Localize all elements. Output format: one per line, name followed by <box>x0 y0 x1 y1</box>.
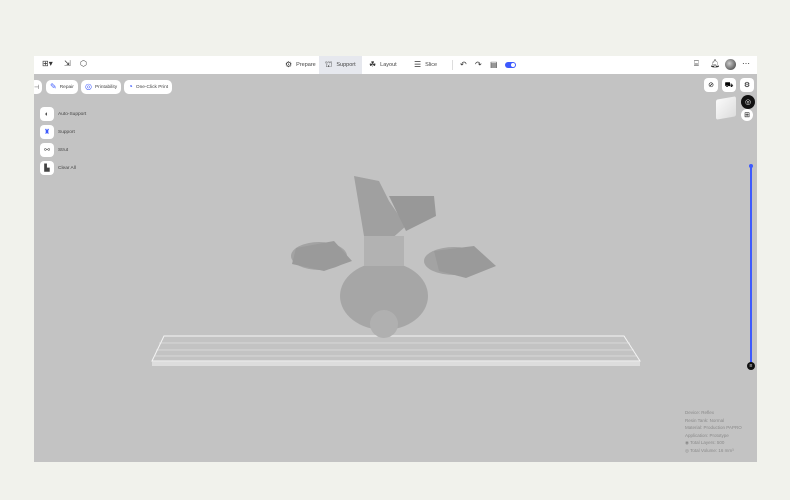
collapsed-pill[interactable]: ⊣ <box>34 80 42 94</box>
tool-auto-support[interactable]: ◐ Auto-Support <box>40 107 86 121</box>
tool-support[interactable]: ♜ Support <box>40 125 75 139</box>
tool-strut[interactable]: ⚯ Strut <box>40 143 68 157</box>
strut-icon: ⚯ <box>40 143 54 157</box>
one-click-print-button[interactable]: ◔ One-Click Print <box>124 80 173 94</box>
view-cube[interactable] <box>716 96 736 120</box>
app-window: ⊞▾ ⇲ ⬡ ⚙ Prepare ⛫ Support ☘ Layout ☰ Slice … <box>34 56 757 462</box>
3d-model <box>291 176 496 338</box>
build-platform <box>151 335 641 366</box>
grid-view-button[interactable]: ⊞ <box>741 109 753 121</box>
hide-supports-button[interactable]: ⊘ <box>704 78 718 92</box>
layer-slider[interactable] <box>750 166 752 363</box>
one-click-print-icon: ◔ <box>128 82 133 91</box>
clear-all-icon: ▙ <box>40 161 54 175</box>
layer-slider-top-handle[interactable] <box>749 164 753 168</box>
printability-icon: ◎ <box>85 82 92 91</box>
repair-button[interactable]: ✎ Repair <box>46 80 78 94</box>
layer-slider-handle[interactable]: ≡ <box>747 362 755 370</box>
camera-target-button[interactable]: ◎ <box>741 95 755 109</box>
view-mode-button[interactable]: ⛟ <box>722 78 736 92</box>
print-info: Device: Reflex Resin Tank: Normal Materi… <box>685 410 742 453</box>
repair-icon: ✎ <box>50 82 57 91</box>
support-icon: ♜ <box>40 125 54 139</box>
viewport-3d[interactable] <box>34 56 757 462</box>
tool-clear-all[interactable]: ▙ Clear All <box>40 161 76 175</box>
auto-support-icon: ◐ <box>40 107 54 121</box>
settings-button[interactable]: ⚙ <box>740 78 754 92</box>
printability-button[interactable]: ◎ Printability <box>81 80 122 94</box>
